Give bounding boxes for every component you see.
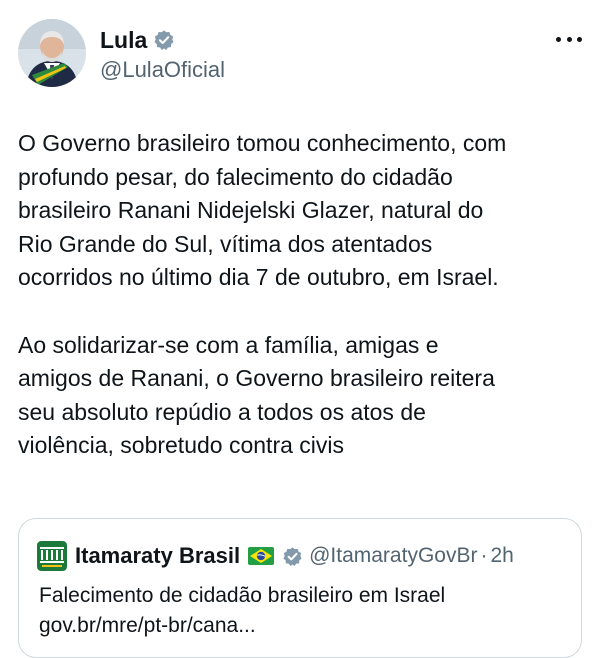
author-display-name[interactable]: Lula — [100, 27, 147, 54]
more-horizontal-icon — [556, 36, 561, 42]
more-horizontal-icon-dot — [566, 36, 572, 42]
author-handle[interactable]: @LulaOficial — [100, 57, 225, 83]
avatar[interactable] — [18, 19, 86, 87]
author-name-row: Lula — [100, 25, 225, 55]
gray-verified-badge-icon — [283, 546, 302, 566]
itamaraty-logo-icon — [37, 541, 67, 571]
quoted-author-handle[interactable]: @ItamaratyGovBr — [309, 544, 477, 568]
separator-dot: · — [480, 544, 488, 567]
post-paragraph: O Governo brasileiro tomou conhecimento,… — [18, 130, 507, 290]
post-text: O Governo brasileiro tomou conhecimento,… — [18, 127, 588, 463]
more-horizontal-icon-dot — [577, 36, 582, 42]
gray-verified-badge-icon — [154, 30, 174, 50]
brazil-flag-icon — [248, 547, 275, 565]
post-paragraph: Ao solidarizar-se com a família, amigas … — [18, 331, 495, 459]
post-card: Lula @LulaOficial O Governo brasileiro t… — [0, 0, 602, 658]
post-header: Lula @LulaOficial — [18, 19, 584, 89]
quoted-author-name[interactable]: Itamaraty Brasil — [75, 543, 240, 569]
quoted-post-time[interactable]: 2h — [490, 544, 513, 568]
quoted-post-header: Itamaraty Brasil @ItamaratyGovBr · 2h — [37, 541, 514, 571]
portrait-with-sash-avatar — [18, 19, 86, 87]
author-info: Lula @LulaOficial — [100, 25, 225, 83]
quoted-post-text: Falecimento de cidadão brasileiro em Isr… — [39, 584, 446, 637]
quoted-post[interactable]: Itamaraty Brasil @ItamaratyGovBr · 2h Fa… — [18, 518, 582, 658]
more-options-button[interactable] — [556, 29, 582, 49]
